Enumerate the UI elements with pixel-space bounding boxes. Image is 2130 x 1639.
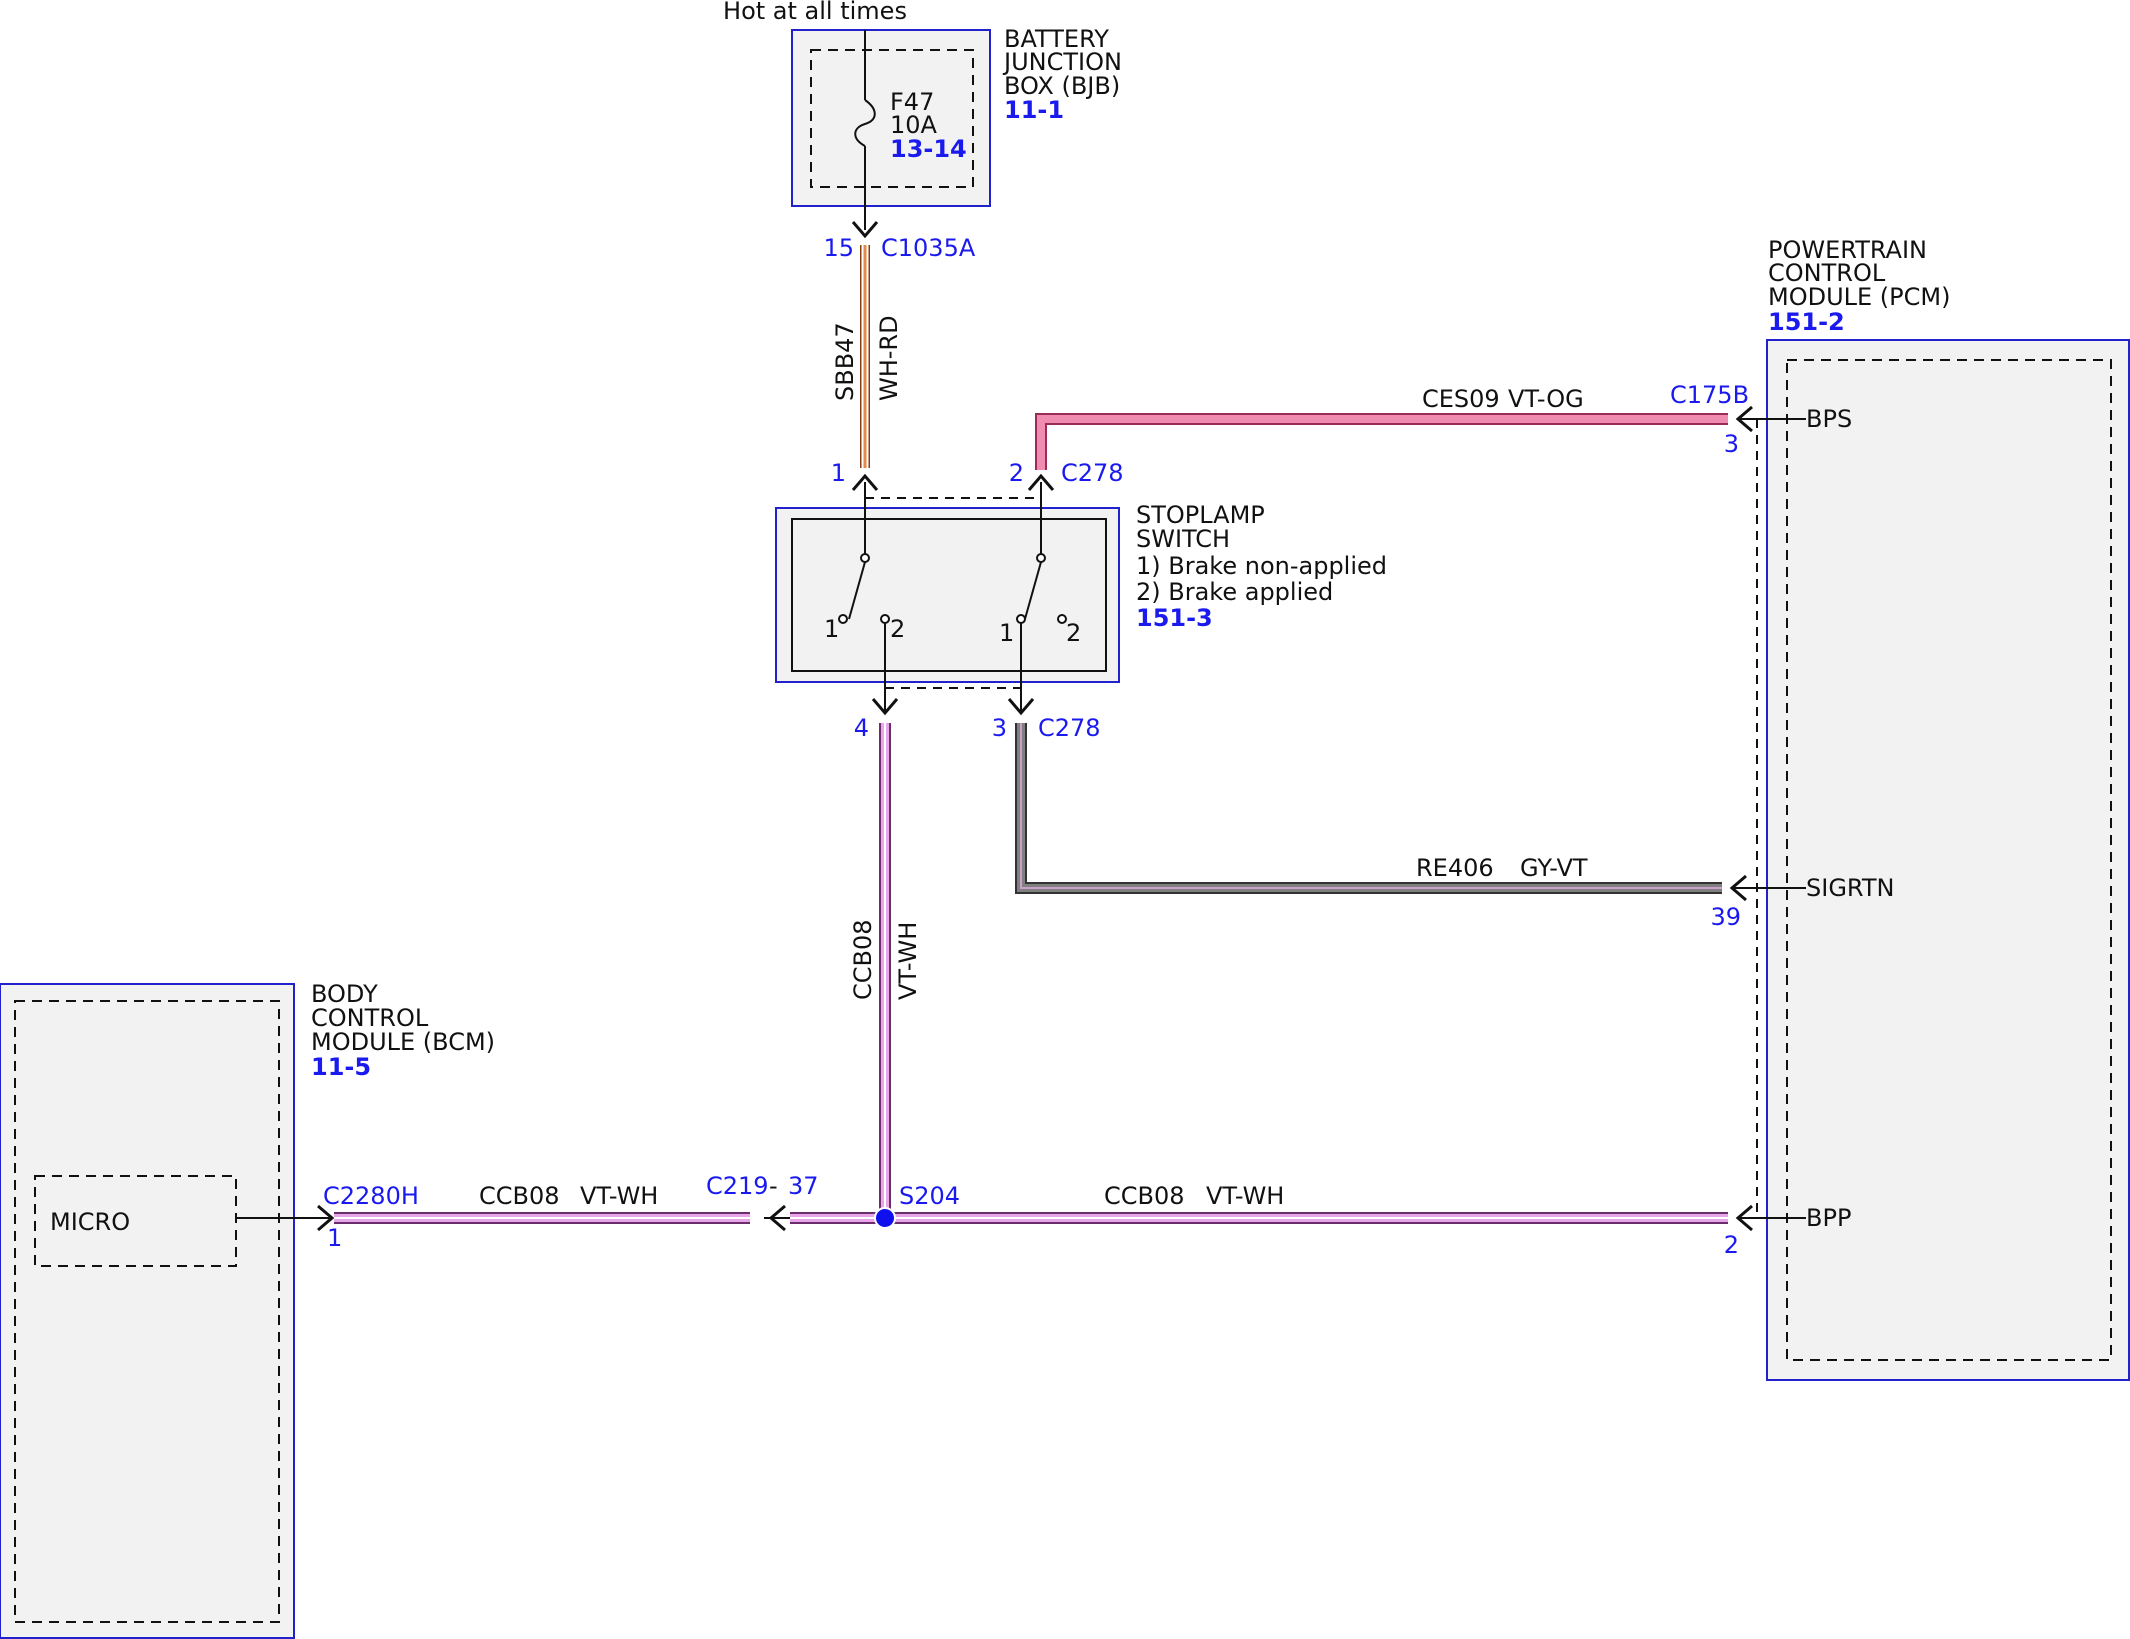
pcm-pin-sigrtn: 39 <box>1710 903 1741 931</box>
hot-at-all-times-label: Hot at all times <box>723 0 907 25</box>
wire-ccb08-vertical-circuit: CCB08 <box>849 919 877 1000</box>
switch-pin-bottom-right: 3 <box>992 714 1007 742</box>
splice-name: S204 <box>899 1182 960 1210</box>
bjb-connector-label[interactable]: C1035A <box>881 234 976 262</box>
contact-a-pos1-label: 1 <box>824 615 839 643</box>
contact-b-pivot <box>1036 553 1046 563</box>
wire-ccb08-right[interactable]: CCB08 VT-WH <box>885 1182 1728 1224</box>
pcm-pin-bpp: 2 <box>1724 1231 1739 1259</box>
bcm-module-box[interactable] <box>0 983 295 1639</box>
stoplamp-switch: 1 2 C278 1 2 1 2 4 3 C278 STOPLAMP SWITC… <box>775 459 1387 742</box>
contact-a-pos2-terminal <box>880 614 890 624</box>
wire-ces09-color: VT-OG <box>1508 385 1584 413</box>
pcm-pin-bps: 3 <box>1724 430 1739 458</box>
inline-connector-separator: - <box>769 1172 778 1200</box>
wire-sbb47-color: WH-RD <box>875 315 903 401</box>
bcm-ref-link[interactable]: 11-5 <box>311 1053 371 1081</box>
contact-a-pivot <box>860 553 870 563</box>
wire-ces09-outline <box>1035 413 1728 470</box>
wire-ccb08-vertical[interactable]: CCB08 VT-WH <box>849 723 922 1218</box>
battery-junction-box: Hot at all times F47 10A 13-14 BATTERY J… <box>723 0 1122 262</box>
switch-state-1: 1) Brake non-applied <box>1136 552 1387 580</box>
wire-ccb08-right-color: VT-WH <box>1206 1182 1284 1210</box>
wire-re406-outline <box>1015 723 1722 894</box>
contact-b-pos1-label: 1 <box>999 619 1014 647</box>
wire-re406-color: GY-VT <box>1520 854 1588 882</box>
switch-state-2: 2) Brake applied <box>1136 578 1333 606</box>
wire-re406-base <box>1017 723 1722 892</box>
pcm-signal-bpp: BPP <box>1806 1204 1851 1232</box>
contact-a-pos2-label: 2 <box>890 615 905 643</box>
bjb-ref-link[interactable]: 11-1 <box>1004 96 1064 124</box>
bcm-pin: 1 <box>327 1224 342 1252</box>
pcm-signal-sigrtn: SIGRTN <box>1806 874 1894 902</box>
wire-ccb08-vertical-color: VT-WH <box>894 922 922 1000</box>
fuse-ref-link[interactable]: 13-14 <box>890 135 967 163</box>
contact-b-pos2-label: 2 <box>1066 619 1081 647</box>
wire-ces09-base <box>1037 415 1728 470</box>
switch-ref-link[interactable]: 151-3 <box>1136 604 1213 632</box>
pcm-connector-label[interactable]: C175B <box>1670 381 1749 409</box>
switch-pin-bottom-left: 4 <box>854 714 869 742</box>
bcm-micro-label: MICRO <box>50 1208 130 1236</box>
switch-pin-top-right: 2 <box>1009 459 1024 487</box>
body-control-module: MICRO C2280H 1 BODY CONTROL MODULE (BCM)… <box>0 980 495 1639</box>
bjb-pin-number: 15 <box>823 234 854 262</box>
wire-sbb47-circuit: SBB47 <box>831 322 859 401</box>
wire-sbb47[interactable]: SBB47 WH-RD <box>831 245 903 468</box>
contact-b-pos2-terminal <box>1057 614 1067 624</box>
switch-module-box[interactable] <box>775 507 1120 683</box>
splice-dot <box>874 1207 896 1229</box>
wire-ces09-circuit: CES09 <box>1422 385 1500 413</box>
wire-ccb08-left-color: VT-WH <box>580 1182 658 1210</box>
contact-a-pos1-terminal <box>838 614 848 624</box>
switch-bottom-connector-label[interactable]: C278 <box>1038 714 1101 742</box>
wire-re406-circuit: RE406 <box>1416 854 1494 882</box>
stoplamp-wiring-diagram: Hot at all times F47 10A 13-14 BATTERY J… <box>0 0 2130 1639</box>
pcm-ref-link[interactable]: 151-2 <box>1768 308 1845 336</box>
switch-pin-top-left: 1 <box>831 459 846 487</box>
powertrain-control-module: POWERTRAIN CONTROL MODULE (PCM) 151-2 C1… <box>1670 236 2130 1381</box>
pcm-signal-bps: BPS <box>1806 405 1852 433</box>
bcm-title-line-3: MODULE (BCM) <box>311 1028 495 1056</box>
pcm-title-line-3: MODULE (PCM) <box>1768 283 1950 311</box>
wire-ces09[interactable]: CES09 VT-OG <box>1035 385 1728 470</box>
contact-b-pos1-terminal <box>1016 614 1026 624</box>
inline-connector-pin: 37 <box>788 1172 819 1200</box>
wire-re406-stripe <box>1020 723 1722 889</box>
wire-ccb08-left-circuit: CCB08 <box>479 1182 560 1210</box>
switch-top-connector-label[interactable]: C278 <box>1061 459 1124 487</box>
bcm-connector-label[interactable]: C2280H <box>323 1182 419 1210</box>
switch-title-line-2: SWITCH <box>1136 525 1230 553</box>
wire-ccb08-right-circuit: CCB08 <box>1104 1182 1185 1210</box>
inline-connector-name: C219 <box>706 1172 769 1200</box>
wire-re406[interactable]: RE406 GY-VT <box>1015 723 1722 894</box>
